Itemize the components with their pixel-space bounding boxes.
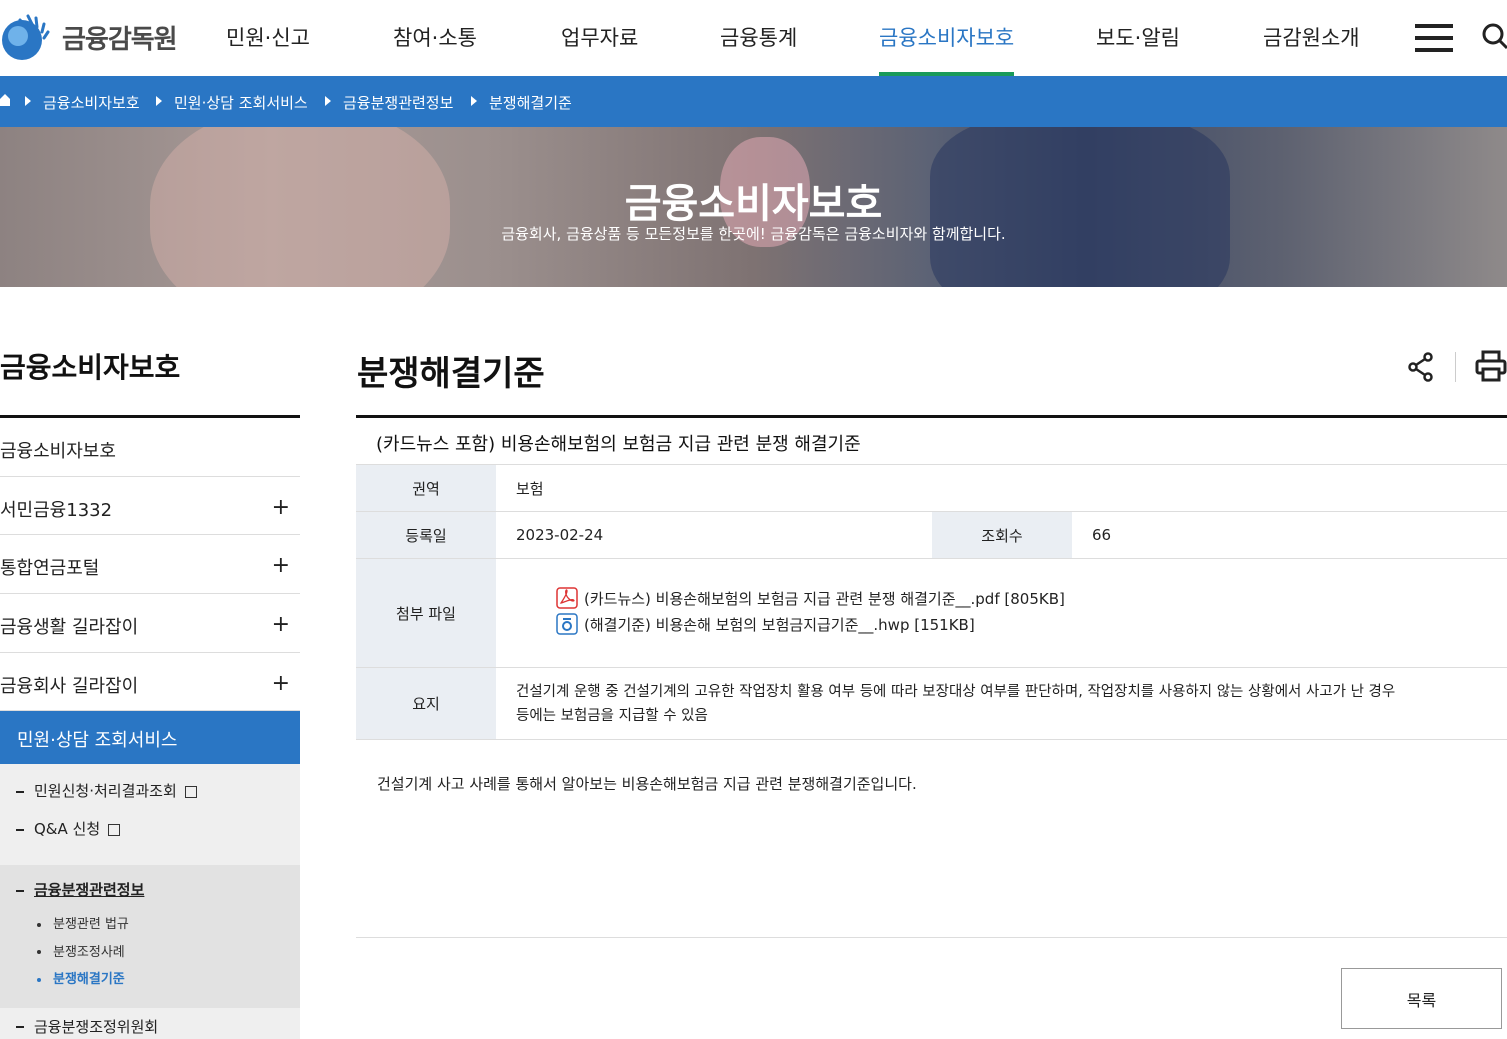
lnb-sub-complaint-lookup[interactable]: 민원신청·처리결과조회 bbox=[0, 779, 300, 817]
lnb-item-microfinance[interactable]: 서민금융1332 + bbox=[0, 477, 300, 536]
lnb-item-label: 통합연금포털 bbox=[0, 558, 100, 580]
lnb-sub-label: 금융분쟁관련정보 bbox=[34, 881, 145, 900]
lnb-sub-label: 금융분쟁조정위원회 bbox=[34, 1017, 159, 1036]
lnb-item-pension-portal[interactable]: 통합연금포털 + bbox=[0, 535, 300, 595]
print-icon[interactable] bbox=[1475, 350, 1507, 382]
lnb-sub-qa[interactable]: Q&A 신청 bbox=[0, 817, 300, 855]
lnb-item-company-guide[interactable]: 금융회사 길라잡이 + bbox=[0, 653, 300, 712]
nav-statistics[interactable]: 금융통계 bbox=[720, 22, 797, 52]
expand-plus-icon[interactable]: + bbox=[272, 553, 290, 578]
content-divider bbox=[356, 937, 1507, 938]
files-label: 첨부 파일 bbox=[356, 559, 496, 667]
toolbar-divider bbox=[1455, 352, 1456, 382]
lnb-sub-dispute-committee[interactable]: 금융분쟁조정위원회 bbox=[0, 1007, 300, 1039]
banner-title: 금융소비자보호 bbox=[624, 181, 883, 227]
breadcrumb-item-dispute-info[interactable]: 금융분쟁관련정보 bbox=[343, 92, 453, 113]
row-summary: 요지 건설기계 운행 중 건설기계의 고유한 작업장치 활용 여부 등에 따라 … bbox=[356, 668, 1507, 740]
nav-press[interactable]: 보도·알림 bbox=[1096, 22, 1180, 52]
logo-text: 금융감독원 bbox=[62, 24, 178, 55]
list-button[interactable]: 목록 bbox=[1341, 968, 1502, 1029]
summary-line: 건설기계 운행 중 건설기계의 고유한 작업장치 활용 여부 등에 따라 보장대… bbox=[516, 683, 1396, 700]
lnb-item-financial-life-guide[interactable]: 금융생활 길라잡이 + bbox=[0, 594, 300, 653]
lnb-item-label: 서민금융1332 bbox=[0, 499, 113, 521]
files-list: (카드뉴스) 비용손해보험의 보험금 지급 관련 분쟁 해결기준__.pdf [… bbox=[496, 559, 1507, 667]
hero-banner: 금융소비자보호 금융회사, 금융상품 등 모든정보를 한곳에! 금융감독은 금융… bbox=[0, 127, 1507, 287]
lnb-sub2-dispute-law[interactable]: 분쟁관련 법규 bbox=[0, 913, 300, 941]
dash-icon bbox=[16, 889, 24, 892]
breadcrumb-item-consumer-protection[interactable]: 금융소비자보호 bbox=[43, 92, 140, 113]
article-title: (카드뉴스 포함) 비용손해보험의 보험금 지급 관련 분쟁 해결기준 bbox=[356, 418, 1507, 465]
breadcrumb: 금융소비자보호 민원·상담 조회서비스 금융분쟁관련정보 분쟁해결기준 bbox=[0, 76, 1507, 127]
nav-complaint[interactable]: 민원·신고 bbox=[226, 22, 310, 52]
nav-consumer-protection[interactable]: 금융소비자보호 bbox=[879, 22, 1014, 52]
lnb-item-label: 금융소비자보호 bbox=[0, 441, 116, 462]
article-description: 건설기계 사고 사례를 통해서 알아보는 비용손해보험금 지급 관련 분쟁해결기… bbox=[377, 775, 917, 793]
search-icon[interactable] bbox=[1481, 22, 1507, 50]
hamburger-menu-icon[interactable] bbox=[1415, 24, 1453, 52]
lnb-item-inquiry-service[interactable]: 민원·상담 조회서비스 bbox=[0, 711, 300, 765]
nav-work-data[interactable]: 업무자료 bbox=[561, 22, 638, 52]
nav-participation[interactable]: 참여·소통 bbox=[393, 22, 477, 52]
file-item-pdf[interactable]: (카드뉴스) 비용손해보험의 보험금 지급 관련 분쟁 해결기준__.pdf [… bbox=[556, 587, 1065, 609]
lnb-sub2-dispute-cases[interactable]: 분쟁조정사례 bbox=[0, 941, 300, 969]
dash-icon bbox=[16, 1026, 24, 1029]
site-logo[interactable]: 금융감독원 bbox=[0, 12, 178, 62]
page-title: 분쟁해결기준 bbox=[357, 354, 545, 394]
summary-value: 건설기계 운행 중 건설기계의 고유한 작업장치 활용 여부 등에 따라 보장대… bbox=[496, 668, 1507, 739]
lnb-item-label: 금융회사 길라잡이 bbox=[0, 675, 139, 697]
lnb-sub2-dispute-standard[interactable]: 분쟁해결기준 bbox=[0, 968, 300, 996]
nav-about[interactable]: 금감원소개 bbox=[1263, 22, 1360, 52]
summary-line: 등에는 보험금을 지급할 수 있음 bbox=[516, 707, 708, 724]
file-name[interactable]: (해결기준) 비용손해 보험의 보험금지급기준__.hwp [151KB] bbox=[584, 614, 975, 635]
lnb-sub-label: Q&A 신청 bbox=[34, 820, 101, 839]
dash-icon bbox=[16, 790, 24, 793]
date-label: 등록일 bbox=[356, 512, 496, 558]
row-region: 권역 보험 bbox=[356, 465, 1507, 512]
lnb-item-label: 금융생활 길라잡이 bbox=[0, 617, 139, 639]
lnb-sub2-label: 분쟁관련 법규 bbox=[53, 917, 129, 933]
banner-subtitle: 금융회사, 금융상품 등 모든정보를 한곳에! 금융감독은 금융소비자와 함께합… bbox=[501, 225, 1006, 243]
lnb-submenu: 민원신청·처리결과조회 Q&A 신청 bbox=[0, 764, 300, 866]
lnb-sub-dispute-info[interactable]: 금융분쟁관련정보 bbox=[0, 879, 300, 913]
external-link-icon bbox=[108, 823, 121, 836]
breadcrumb-arrow-icon bbox=[471, 96, 477, 106]
summary-label: 요지 bbox=[356, 668, 496, 739]
lnb-item-consumer-protection[interactable]: 금융소비자보호 bbox=[0, 418, 300, 477]
file-name[interactable]: (카드뉴스) 비용손해보험의 보험금 지급 관련 분쟁 해결기준__.pdf [… bbox=[584, 588, 1065, 609]
breadcrumb-item-dispute-standard[interactable]: 분쟁해결기준 bbox=[489, 92, 572, 113]
file-item-hwp[interactable]: (해결기준) 비용손해 보험의 보험금지급기준__.hwp [151KB] bbox=[556, 613, 975, 635]
lnb-sub2-label: 분쟁조정사례 bbox=[53, 944, 125, 960]
views-value: 66 bbox=[1092, 526, 1112, 544]
expand-plus-icon[interactable]: + bbox=[272, 495, 290, 520]
views-label: 조회수 bbox=[932, 512, 1072, 558]
breadcrumb-arrow-icon bbox=[25, 96, 31, 106]
bullet-icon bbox=[37, 950, 41, 955]
lnb-submenu-dispute: 금융분쟁관련정보 분쟁관련 법규 분쟁조정사례 분쟁해결기준 bbox=[0, 865, 300, 1008]
breadcrumb-item-inquiry-service[interactable]: 민원·상담 조회서비스 bbox=[174, 92, 308, 113]
home-icon[interactable] bbox=[0, 94, 10, 106]
bullet-icon bbox=[37, 922, 41, 927]
share-icon[interactable] bbox=[1407, 352, 1435, 382]
breadcrumb-arrow-icon bbox=[325, 96, 331, 106]
external-link-icon bbox=[184, 785, 197, 798]
lnb-sub-label: 민원신청·처리결과조회 bbox=[34, 782, 177, 801]
expand-plus-icon[interactable]: + bbox=[272, 612, 290, 637]
lnb-sub2-label: 분쟁해결기준 bbox=[53, 972, 125, 988]
pdf-file-icon bbox=[556, 587, 578, 609]
article-view: (카드뉴스 포함) 비용손해보험의 보험금 지급 관련 분쟁 해결기준 권역 보… bbox=[356, 415, 1507, 740]
region-value: 보험 bbox=[516, 479, 544, 498]
hwp-file-icon bbox=[556, 613, 578, 635]
site-header: 금융감독원 민원·신고 참여·소통 업무자료 금융통계 금융소비자보호 보도·알… bbox=[0, 0, 1507, 76]
fss-logo-icon bbox=[2, 14, 50, 60]
side-nav: 금융소비자보호 서민금융1332 + 통합연금포털 + 금융생활 길라잡이 + 금융회… bbox=[0, 415, 300, 1039]
row-date: 등록일 2023-02-24 조회수 66 bbox=[356, 512, 1507, 559]
row-files: 첨부 파일 (카드뉴스) 비용손해보험의 보험금 지급 관련 분쟁 해결기준__… bbox=[356, 559, 1507, 668]
lnb-title: 금융소비자보호 bbox=[0, 351, 181, 384]
expand-plus-icon[interactable]: + bbox=[272, 671, 290, 696]
date-value: 2023-02-24 bbox=[516, 526, 604, 544]
region-label: 권역 bbox=[356, 465, 496, 511]
breadcrumb-arrow-icon bbox=[156, 96, 162, 106]
dash-icon bbox=[16, 828, 24, 831]
bullet-icon bbox=[37, 977, 41, 982]
